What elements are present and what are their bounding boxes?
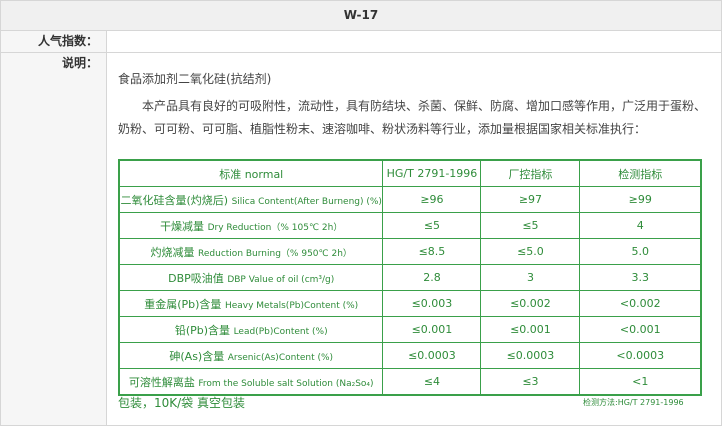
cell-factory: ≤0.001	[480, 316, 581, 343]
col-header-test: 检测指标	[579, 159, 702, 187]
cell-test: ≥99	[579, 186, 702, 213]
col-header-hgt: HG/T 2791-1996	[382, 159, 482, 187]
table-row: 可溶性解离盐 From the Soluble salt Solution (N…	[118, 368, 702, 396]
cell-test: <0.002	[579, 290, 702, 317]
table-header-row: 标准 normal HG/T 2791-1996 厂控指标 检测指标	[118, 159, 702, 187]
col-header-factory: 厂控指标	[480, 159, 581, 187]
row-name: DBP吸油值 DBP Value of oil (cm³/g)	[118, 264, 384, 291]
row-name: 灼烧减量 Reduction Burning（% 950℃ 2h）	[118, 238, 384, 265]
table-row: DBP吸油值 DBP Value of oil (cm³/g) 2.8 3 3.…	[118, 264, 702, 291]
product-description: 本产品具有良好的可吸附性，流动性，具有防结块、杀菌、保鲜、防腐、增加口感等作用，…	[118, 99, 707, 136]
table-row: 二氧化硅含量(灼烧后) Silica Content(After Burneng…	[118, 186, 702, 213]
row-name: 铅(Pb)含量 Lead(Pb)Content (%)	[118, 316, 384, 343]
cell-factory: ≤5	[480, 212, 581, 239]
packaging-note: 包装，10K/袋 真空包装	[118, 396, 245, 410]
product-title: 食品添加剂二氧化硅(抗结剂)	[118, 72, 272, 86]
test-method-note: 检测方法:HG/T 2791-1996	[583, 398, 684, 407]
table-row: 干燥减量 Dry Reduction（% 105℃ 2h） ≤5 ≤5 4	[118, 212, 702, 239]
cell-factory: ≤5.0	[480, 238, 581, 265]
cell-test: <1	[579, 368, 702, 396]
cell-factory: 3	[480, 264, 581, 291]
table-row: 铅(Pb)含量 Lead(Pb)Content (%) ≤0.001 ≤0.00…	[118, 316, 702, 343]
cell-standard: ≤0.003	[382, 290, 482, 317]
cell-test: 3.3	[579, 264, 702, 291]
cell-standard: 2.8	[382, 264, 482, 291]
row-name: 二氧化硅含量(灼烧后) Silica Content(After Burneng…	[118, 186, 384, 213]
description-label: 说明：	[1, 53, 107, 425]
cell-standard: ≤0.0003	[382, 342, 482, 369]
table-row: 重金属(Pb)含量 Heavy Metals(Pb)Content (%) ≤0…	[118, 290, 702, 317]
cell-test: 5.0	[579, 238, 702, 265]
cell-standard: ≤4	[382, 368, 482, 396]
cell-test: <0.0003	[579, 342, 702, 369]
cell-test: 4	[579, 212, 702, 239]
cell-standard: ≥96	[382, 186, 482, 213]
row-name: 可溶性解离盐 From the Soluble salt Solution (N…	[118, 368, 384, 396]
cell-factory: ≤0.002	[480, 290, 581, 317]
description-content: 食品添加剂二氧化硅(抗结剂) 本产品具有良好的可吸附性，流动性，具有防结块、杀菌…	[118, 53, 714, 141]
table-row: 砷(As)含量 Arsenic(As)Content (%) ≤0.0003 ≤…	[118, 342, 702, 369]
cell-standard: ≤0.001	[382, 316, 482, 343]
product-detail-panel: W-17 人气指数： 说明： 食品添加剂二氧化硅(抗结剂) 本产品具有良好的可吸…	[0, 0, 722, 426]
row-name: 砷(As)含量 Arsenic(As)Content (%)	[118, 342, 384, 369]
spec-table: 标准 normal HG/T 2791-1996 厂控指标 检测指标 二氧化硅含…	[118, 159, 702, 396]
popularity-label: 人气指数：	[1, 31, 107, 52]
col-header-standard: 标准 normal	[118, 159, 384, 187]
popularity-row: 人气指数：	[1, 31, 721, 53]
cell-standard: ≤5	[382, 212, 482, 239]
row-name: 重金属(Pb)含量 Heavy Metals(Pb)Content (%)	[118, 290, 384, 317]
cell-factory: ≥97	[480, 186, 581, 213]
cell-factory: ≤0.0003	[480, 342, 581, 369]
cell-factory: ≤3	[480, 368, 581, 396]
row-name: 干燥减量 Dry Reduction（% 105℃ 2h）	[118, 212, 384, 239]
product-code-header: W-17	[1, 1, 721, 31]
table-row: 灼烧减量 Reduction Burning（% 950℃ 2h） ≤8.5 ≤…	[118, 238, 702, 265]
cell-test: <0.001	[579, 316, 702, 343]
cell-standard: ≤8.5	[382, 238, 482, 265]
